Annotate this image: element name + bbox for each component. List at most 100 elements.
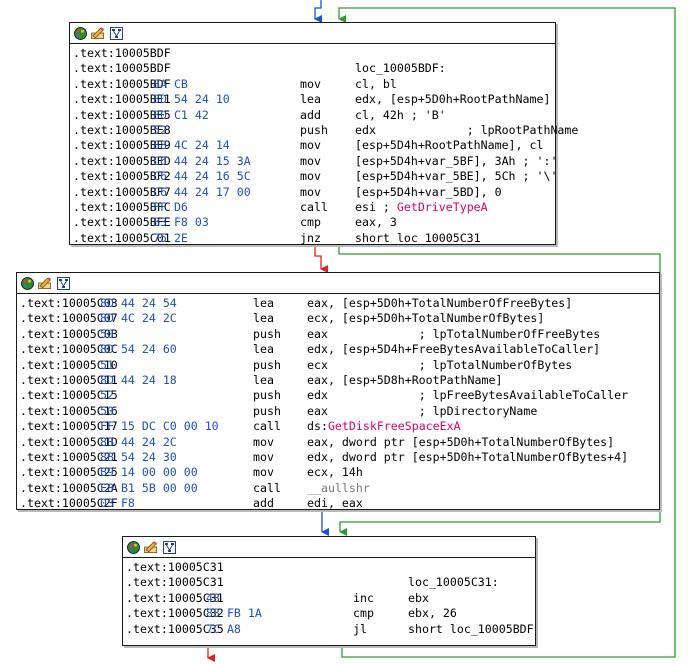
code-line[interactable]: .text:10005C32 83 FB 1A cmp ebx, 26 [123,606,535,621]
code-line[interactable]: .text:10005C17 FF 15 DC C0 00 10 call ds:Ge… [17,419,659,434]
mnemonic: push [300,122,328,137]
opcode-bytes: 52 [153,122,167,137]
mnemonic: mov [300,169,321,184]
operands: ebx, 26 [408,606,457,621]
mnemonic: mov [253,449,274,464]
code-line[interactable]: .text:10005BDF 8A CB mov cl, bl [70,77,555,92]
code-line[interactable]: .text:10005C10 51 push ecx ; lpTotalNumberO… [17,358,659,373]
opcode-bytes: FF D6 [153,199,188,214]
rename-icon[interactable] [144,540,158,554]
code-line[interactable]: .text:10005C15 52 push edx ; lpFreeBytesAva… [17,388,659,403]
palette-icon[interactable] [126,540,140,554]
operands: [esp+5D4h+var_5BD], 0 [355,184,502,199]
mnemonic: lea [253,342,274,357]
rename-icon[interactable] [91,26,105,40]
operands: eax, [esp+5D8h+RootPathName] [307,372,503,387]
palette-icon[interactable] [20,276,34,290]
code-line[interactable]: .text:10005BDF loc_10005BDF: [70,61,555,76]
code-line[interactable]: .text:10005C31 [123,560,535,575]
operands: [esp+5D4h+RootPathName], cl [355,138,544,153]
mnemonic: lea [300,92,321,107]
opcode-bytes: 75 2E [153,230,188,245]
mnemonic: mov [253,434,274,449]
opcode-bytes: C6 44 24 17 00 [153,184,251,199]
operands: eax ; lpDirectoryName [307,403,538,418]
mnemonic: lea [253,372,274,387]
opcode-bytes: 43 [206,590,220,605]
address: .text:10005C31 [126,575,224,590]
code-line[interactable]: .text:10005C2F 03 F8 add edi, eax [17,496,659,511]
operands: edx, [esp+5D4h+FreeBytesAvailableToCalle… [307,342,601,357]
code-line[interactable]: .text:10005C11 8D 44 24 18 lea eax, [esp+5D… [17,373,659,388]
code-line[interactable]: .text:10005BE1 8D 54 24 10 lea edx, [esp+5D… [70,92,555,107]
code-line[interactable]: .text:10005C2A E8 B1 5B 00 00 call __aullsh… [17,481,659,496]
basic-block-10005C31[interactable]: .text:10005C31 .text:10005C31 loc_10005C31… [122,536,536,646]
mnemonic: mov [253,465,274,480]
edge-incoming-blue [314,0,322,23]
opcode-bytes: 8D 44 24 18 [100,372,177,387]
opcode-bytes: 50 [100,326,114,341]
code-line[interactable]: .text:10005BFE 83 F8 03 cmp eax, 3 [70,215,555,230]
code-line[interactable]: .text:10005C31 43 inc ebx [123,591,535,606]
code-line[interactable]: .text:10005BF7 C6 44 24 17 00 mov [esp+5D4h… [70,185,555,200]
graph-icon[interactable] [109,26,123,40]
code-line[interactable]: .text:10005C01 75 2E jnz short loc_10005C31 [70,231,555,246]
opcode-bytes: 03 F8 [100,496,135,511]
opcode-bytes: 8D 4C 24 2C [100,311,177,326]
operands: ds:GetDiskFreeSpaceExA [307,419,461,434]
operands: edx ; lpFreeBytesAvailableToCaller [307,388,629,403]
block-code: .text:10005C03 8D 44 24 54 lea eax, [esp+5D… [17,294,659,512]
code-line[interactable]: .text:10005C25 B9 14 00 00 00 mov ecx, 14h [17,465,659,480]
opcode-bytes: 83 F8 03 [153,215,209,230]
code-line[interactable]: .text:10005C07 8D 4C 24 2C lea ecx, [esp+5D… [17,311,659,326]
code-line[interactable]: .text:10005BFC FF D6 call esi ; GetDriveTyp… [70,200,555,215]
mnemonic: jnz [300,230,321,245]
basic-block-10005C03[interactable]: .text:10005C03 8D 44 24 54 lea eax, [esp+5D… [16,272,660,510]
operands: eax, [esp+5D0h+TotalNumberOfFreeBytes] [307,296,573,310]
code-line[interactable]: .text:10005BED C6 44 24 15 3A mov [esp+5D4h… [70,153,557,169]
code-line[interactable]: .text:10005BE9 88 4C 24 14 mov [esp+5D4h+Ro… [70,138,555,153]
code-line[interactable]: .text:10005C31 loc_10005C31: [123,575,535,590]
address: .text:10005BDF [73,61,171,76]
operands: loc_10005C31: [408,575,499,590]
basic-block-10005BDF[interactable]: .text:10005BDF .text:10005BDF loc_10005BDF… [69,22,578,246]
block-code: .text:10005C31 .text:10005C31 loc_10005C31… [123,558,535,638]
graph-icon[interactable] [56,276,70,290]
operands: eax, dword ptr [esp+5D0h+TotalNumberOfBy… [307,434,615,449]
operands: ebx [408,590,429,605]
mnemonic: push [253,357,281,372]
code-line[interactable]: .text:10005BF2 C6 44 24 16 5C mov [esp+5D4h… [70,169,557,184]
mnemonic: mov [300,184,321,199]
operands: loc_10005BDF: [355,61,446,76]
mnemonic: call [253,480,281,495]
code-line[interactable]: .text:10005C0B 50 push eax ; lpTotalNumberO… [17,327,659,342]
operands: cl, 42h ; 'B' [355,107,446,122]
code-line[interactable]: .text:10005C16 50 push eax ; lpDirectoryNam… [17,404,659,419]
mnemonic: add [253,496,274,511]
palette-icon[interactable] [73,26,87,40]
code-line[interactable]: .text:10005C35 7C A8 jl short loc_10005BDF [123,622,535,637]
code-line[interactable]: .text:10005BE5 80 C1 42 add cl, 42h ; 'B' [70,108,555,123]
code-line[interactable]: .text:10005C1D 8B 44 24 2C mov eax, dword p… [17,435,659,450]
operands: __aullshr [307,480,370,495]
mnemonic: call [253,419,281,434]
code-line[interactable]: .text:10005C03 8D 44 24 54 lea eax, [esp+5D… [17,296,659,311]
code-line[interactable]: .text:10005BDF [70,46,555,61]
opcode-bytes: FF 15 DC C0 00 10 [100,419,219,434]
code-line[interactable]: .text:10005C21 8B 54 24 30 mov edx, dword p… [17,450,659,465]
mnemonic: call [300,199,328,214]
rename-icon[interactable] [38,276,52,290]
mnemonic: lea [253,296,274,310]
mnemonic: cmp [353,606,374,621]
opcode-bytes: 8D 54 24 10 [153,92,230,107]
code-line[interactable]: .text:10005C0C 8D 54 24 60 lea edx, [esp+5D… [17,342,659,357]
opcode-bytes: 83 FB 1A [206,606,262,621]
graph-icon[interactable] [162,540,176,554]
mnemonic: mov [300,153,321,168]
opcode-bytes: 8D 44 24 54 [100,296,177,310]
code-line[interactable]: .text:10005BE8 52 push edx ; lpRootPathName [70,122,578,138]
block-header [123,537,535,558]
mnemonic: push [253,403,281,418]
operands: ecx ; lpTotalNumberOfBytes [307,357,573,372]
mnemonic: mov [300,138,321,153]
